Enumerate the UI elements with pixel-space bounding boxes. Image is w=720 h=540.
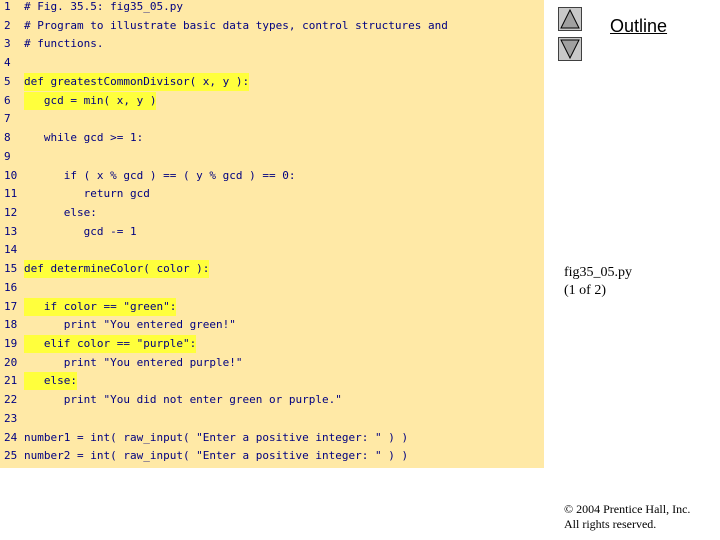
line-number: 24 [4, 431, 18, 444]
code-text: while gcd >= 1: [24, 131, 144, 144]
line-number: 6 [4, 94, 11, 107]
line-number: 2 [4, 19, 11, 32]
line-number: 15 [4, 262, 18, 275]
caption-page: (1 of 2) [564, 283, 606, 298]
line-number: 22 [4, 393, 18, 406]
line-number: 19 [4, 337, 18, 350]
outline-link[interactable]: Outline [610, 16, 667, 37]
code-text: number1 = int( raw_input( "Enter a posit… [24, 431, 409, 444]
line-number: 14 [4, 243, 18, 256]
caption-filename: fig35_05.py [564, 265, 633, 280]
code-text: else: [24, 206, 97, 219]
previous-slide-button[interactable] [558, 7, 582, 31]
code-text: return gcd [24, 187, 150, 200]
slide-caption: fig35_05.py (1 of 2) [564, 264, 632, 300]
line-number: 12 [4, 206, 18, 219]
line-number: 20 [4, 356, 18, 369]
triangle-up-icon [560, 8, 580, 29]
code-text-highlighted: gcd = min( x, y ) [24, 92, 157, 110]
triangle-down-icon [560, 39, 580, 60]
code-text: if ( x % gcd ) == ( y % gcd ) == 0: [24, 169, 296, 182]
code-text: # Fig. 35.5: fig35_05.py [24, 0, 183, 13]
copyright-line: © 2004 Prentice Hall, Inc. [564, 502, 691, 516]
line-number: 3 [4, 37, 11, 50]
code-text: print "You entered green!" [24, 318, 236, 331]
line-number: 23 [4, 412, 18, 425]
line-number: 13 [4, 225, 18, 238]
code-text: number2 = int( raw_input( "Enter a posit… [24, 449, 409, 462]
code-text-highlighted: def determineColor( color ): [24, 260, 210, 278]
code-text-highlighted: if color == "green": [24, 298, 177, 316]
line-number: 17 [4, 300, 18, 313]
code-text: # Program to illustrate basic data types… [24, 19, 448, 32]
line-number: 4 [4, 56, 11, 69]
line-number: 8 [4, 131, 11, 144]
line-number: 18 [4, 318, 18, 331]
line-number: 11 [4, 187, 18, 200]
line-number: 7 [4, 112, 11, 125]
code-panel: 1 # Fig. 35.5: fig35_05.py 2 # Program to … [0, 0, 544, 468]
line-number: 25 [4, 449, 18, 462]
code-text-highlighted: else: [24, 372, 77, 390]
code-text: gcd -= 1 [24, 225, 137, 238]
line-number: 21 [4, 374, 18, 387]
copyright-notice: © 2004 Prentice Hall, Inc. All rights re… [564, 502, 690, 532]
line-number: 10 [4, 169, 18, 182]
code-text-highlighted: elif color == "purple": [24, 335, 197, 353]
line-number: 16 [4, 281, 18, 294]
line-number: 5 [4, 75, 11, 88]
next-slide-button[interactable] [558, 37, 582, 61]
line-number: 9 [4, 150, 11, 163]
code-text: # functions. [24, 37, 104, 50]
line-number: 1 [4, 0, 11, 13]
code-text: print "You entered purple!" [24, 356, 243, 369]
code-text: print "You did not enter green or purple… [24, 393, 342, 406]
copyright-line: All rights reserved. [564, 517, 657, 531]
code-text-highlighted: def greatestCommonDivisor( x, y ): [24, 73, 250, 91]
